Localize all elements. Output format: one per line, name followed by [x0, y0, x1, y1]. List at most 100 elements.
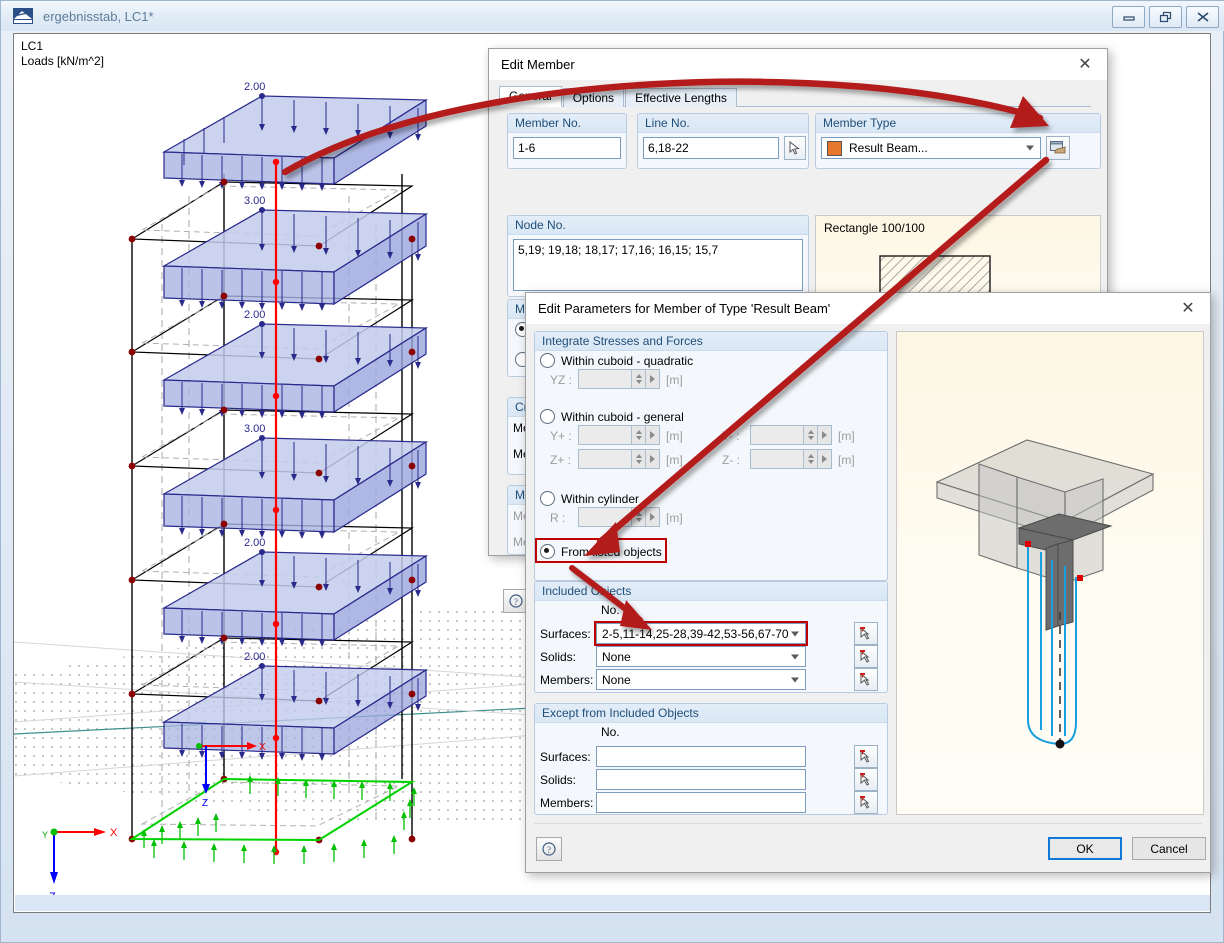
cursor-pick-icon — [789, 141, 800, 155]
svg-text:Y: Y — [42, 830, 48, 840]
reference-node-marker — [1055, 739, 1065, 749]
y-plus-label: Y+ : — [550, 429, 572, 443]
svg-text:2.00: 2.00 — [244, 81, 265, 93]
yz-updown-icon[interactable] — [631, 370, 645, 388]
result-beam-parameters-dialog[interactable]: Edit Parameters for Member of Type 'Resu… — [525, 292, 1211, 873]
z-plus-page-icon[interactable] — [645, 450, 659, 468]
z-plus-field[interactable] — [578, 449, 660, 469]
except-solids-label: Solids: — [540, 773, 577, 787]
svg-text:3.00: 3.00 — [244, 423, 265, 435]
chevron-down-icon — [1026, 145, 1034, 151]
z-plus-updown-icon[interactable] — [631, 450, 645, 468]
tab-effective-lengths[interactable]: Effective Lengths — [625, 88, 737, 107]
tab-options[interactable]: Options — [562, 88, 625, 107]
except-members-input[interactable] — [596, 792, 806, 813]
radius-updown-icon[interactable] — [631, 508, 645, 526]
y-plus-page-icon[interactable] — [645, 426, 659, 444]
z-minus-updown-icon[interactable] — [803, 450, 817, 468]
z-plus-unit: [m] — [666, 453, 683, 467]
z-minus-field[interactable] — [750, 449, 832, 469]
included-solids-combo[interactable]: None — [596, 646, 806, 667]
svg-text:X: X — [110, 827, 118, 839]
svg-text:?: ? — [547, 845, 551, 855]
legend-load-case: LC1 — [21, 39, 44, 53]
yz-field[interactable] — [578, 369, 660, 389]
included-members-label: Members: — [540, 673, 594, 687]
y-plus-unit: [m] — [666, 429, 683, 443]
window-title: ergebnisstab, LC1* — [43, 8, 154, 24]
within-cylinder-radio[interactable]: Within cylinder — [540, 491, 639, 506]
y-minus-unit: [m] — [838, 429, 855, 443]
y-plus-field[interactable] — [578, 425, 660, 445]
chevron-down-icon — [791, 654, 799, 659]
member-type-combo[interactable]: Result Beam... — [821, 137, 1041, 159]
end-node-marker — [1077, 575, 1083, 581]
svg-text:2.00: 2.00 — [244, 537, 265, 549]
minimize-button[interactable] — [1112, 6, 1145, 28]
svg-text:Z: Z — [202, 798, 208, 809]
help-icon: ? — [542, 842, 556, 856]
cross-section-preview-label: Rectangle 100/100 — [824, 221, 925, 235]
edit-member-title: Edit Member — [501, 56, 575, 72]
edit-member-tabs[interactable]: General Options Effective Lengths — [499, 86, 1091, 107]
result-beam-title: Edit Parameters for Member of Type 'Resu… — [538, 300, 831, 316]
included-members-combo[interactable]: None — [596, 669, 806, 690]
tab-general[interactable]: General — [499, 86, 562, 107]
pick-except-surfaces-button[interactable] — [854, 745, 878, 768]
yz-page-icon[interactable] — [645, 370, 659, 388]
pick-except-solids-button[interactable] — [854, 768, 878, 791]
result-beam-preview[interactable] — [896, 331, 1204, 815]
radio-dot — [540, 544, 555, 559]
edit-member-type-parameters-button[interactable] — [1046, 136, 1070, 160]
radius-field[interactable] — [578, 507, 660, 527]
except-solids-input[interactable] — [596, 769, 806, 790]
member-no-input[interactable]: 1-6 — [513, 137, 621, 159]
cancel-button[interactable]: Cancel — [1132, 837, 1206, 860]
y-minus-label: Y- : — [722, 429, 740, 443]
y-minus-field[interactable] — [750, 425, 832, 445]
included-surfaces-combo[interactable]: 2-5,11-14,25-28,39-42,53-56,67-70 — [596, 623, 806, 644]
member-type-color-swatch — [827, 140, 842, 156]
result-beam-help-button[interactable]: ? — [536, 837, 562, 861]
close-icon[interactable]: ✕ — [1166, 293, 1210, 323]
pick-included-members-button[interactable] — [854, 668, 878, 691]
included-objects-col-header: No. — [601, 603, 620, 617]
y-minus-page-icon[interactable] — [817, 426, 831, 444]
member-type-value: Result Beam... — [849, 141, 928, 155]
pick-included-surfaces-button[interactable] — [854, 622, 878, 645]
line-no-input[interactable]: 6,18-22 — [643, 137, 779, 159]
node-no-input[interactable]: 5,19; 19,18; 18,17; 17,16; 16,15; 15,7 — [513, 239, 803, 291]
radius-page-icon[interactable] — [645, 508, 659, 526]
except-surfaces-label: Surfaces: — [540, 750, 591, 764]
pick-included-solids-button[interactable] — [854, 645, 878, 668]
within-cuboid-quadratic-label: Within cuboid - quadratic — [561, 353, 694, 368]
cursor-pick-icon — [860, 795, 870, 809]
close-button[interactable] — [1186, 6, 1219, 28]
z-plus-label: Z+ : — [550, 453, 572, 467]
axis-triad: X Z Y — [42, 827, 118, 903]
except-objects-col-header: No. — [601, 725, 620, 739]
except-surfaces-input[interactable] — [596, 746, 806, 767]
z-minus-page-icon[interactable] — [817, 450, 831, 468]
except-objects-label: Except from Included Objects — [535, 704, 887, 723]
radio-dot — [540, 491, 555, 506]
cursor-pick-icon — [860, 772, 870, 786]
member-type-label: Member Type — [816, 114, 1100, 133]
pick-except-members-button[interactable] — [854, 791, 878, 814]
ok-button[interactable]: OK — [1048, 837, 1122, 860]
within-cuboid-general-radio[interactable]: Within cuboid - general — [540, 409, 684, 424]
radius-label: R : — [550, 511, 566, 525]
cursor-pick-icon — [860, 672, 870, 686]
from-listed-objects-radio[interactable]: From listed objects — [540, 544, 662, 559]
included-surfaces-value: 2-5,11-14,25-28,39-42,53-56,67-70 — [602, 626, 789, 641]
within-cuboid-quadratic-radio[interactable]: Within cuboid - quadratic — [540, 353, 693, 368]
svg-text:2.00: 2.00 — [244, 309, 265, 321]
y-plus-updown-icon[interactable] — [631, 426, 645, 444]
cursor-pick-icon — [860, 649, 870, 663]
y-minus-updown-icon[interactable] — [803, 426, 817, 444]
chevron-down-icon — [791, 631, 799, 636]
restore-button[interactable] — [1149, 6, 1182, 28]
chevron-down-icon — [791, 677, 799, 682]
close-icon[interactable]: ✕ — [1063, 49, 1107, 79]
pick-line-button[interactable] — [784, 136, 806, 160]
